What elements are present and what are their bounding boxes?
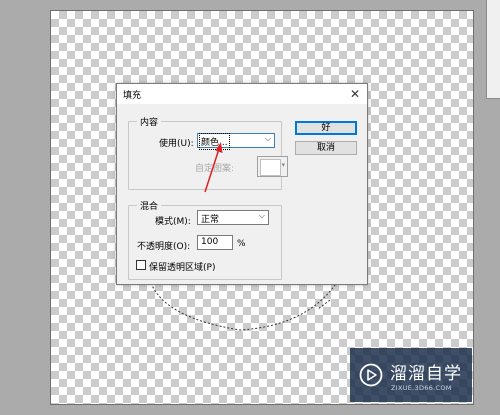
side-panel-edge [486,0,500,99]
watermark: 溜溜自学 ZIXUE.3D66.COM [350,348,472,402]
opacity-label: 不透明度(O): [137,242,191,252]
mode-select-value: 正常 [201,215,220,225]
mode-label: 模式(M): [155,217,191,227]
use-select[interactable]: 颜色... ⌵ [197,133,275,150]
custom-pattern-label: 自定图案: [195,164,235,174]
mode-select[interactable]: 正常 ⌵ [197,210,269,225]
fill-dialog: 填充 ✕ 内容 使用(U): 颜色... ⌵ 自定图案: ▾ 混合 模式(M):… [116,83,368,285]
preserve-transparency-checkbox[interactable] [136,260,146,270]
opacity-input[interactable]: 100 [197,235,233,250]
dialog-title: 填充 [123,91,142,101]
watermark-title: 溜溜自学 [390,364,462,384]
preserve-transparency-label: 保留透明区域(P) [149,263,216,273]
play-logo-icon [359,363,383,387]
chevron-down-icon: ⌵ [264,134,271,143]
content-group-legend: 内容 [140,118,159,128]
cancel-button[interactable]: 取消 [295,141,357,155]
pattern-preview [260,159,281,176]
watermark-url: ZIXUE.3D66.COM [391,384,452,392]
close-icon[interactable]: ✕ [347,86,363,102]
pattern-dropdown-icon: ▾ [281,161,285,169]
use-label: 使用(U): [159,139,194,149]
dialog-titlebar: 填充 ✕ [117,84,367,104]
blend-group-legend: 混合 [140,202,159,212]
content-group: 内容 [128,115,282,190]
opacity-unit: % [237,239,246,249]
ok-button[interactable]: 好 [295,121,357,135]
chevron-down-icon: ⌵ [258,211,265,220]
custom-pattern-picker: ▾ [257,156,288,177]
use-select-value: 颜色... [199,133,230,150]
